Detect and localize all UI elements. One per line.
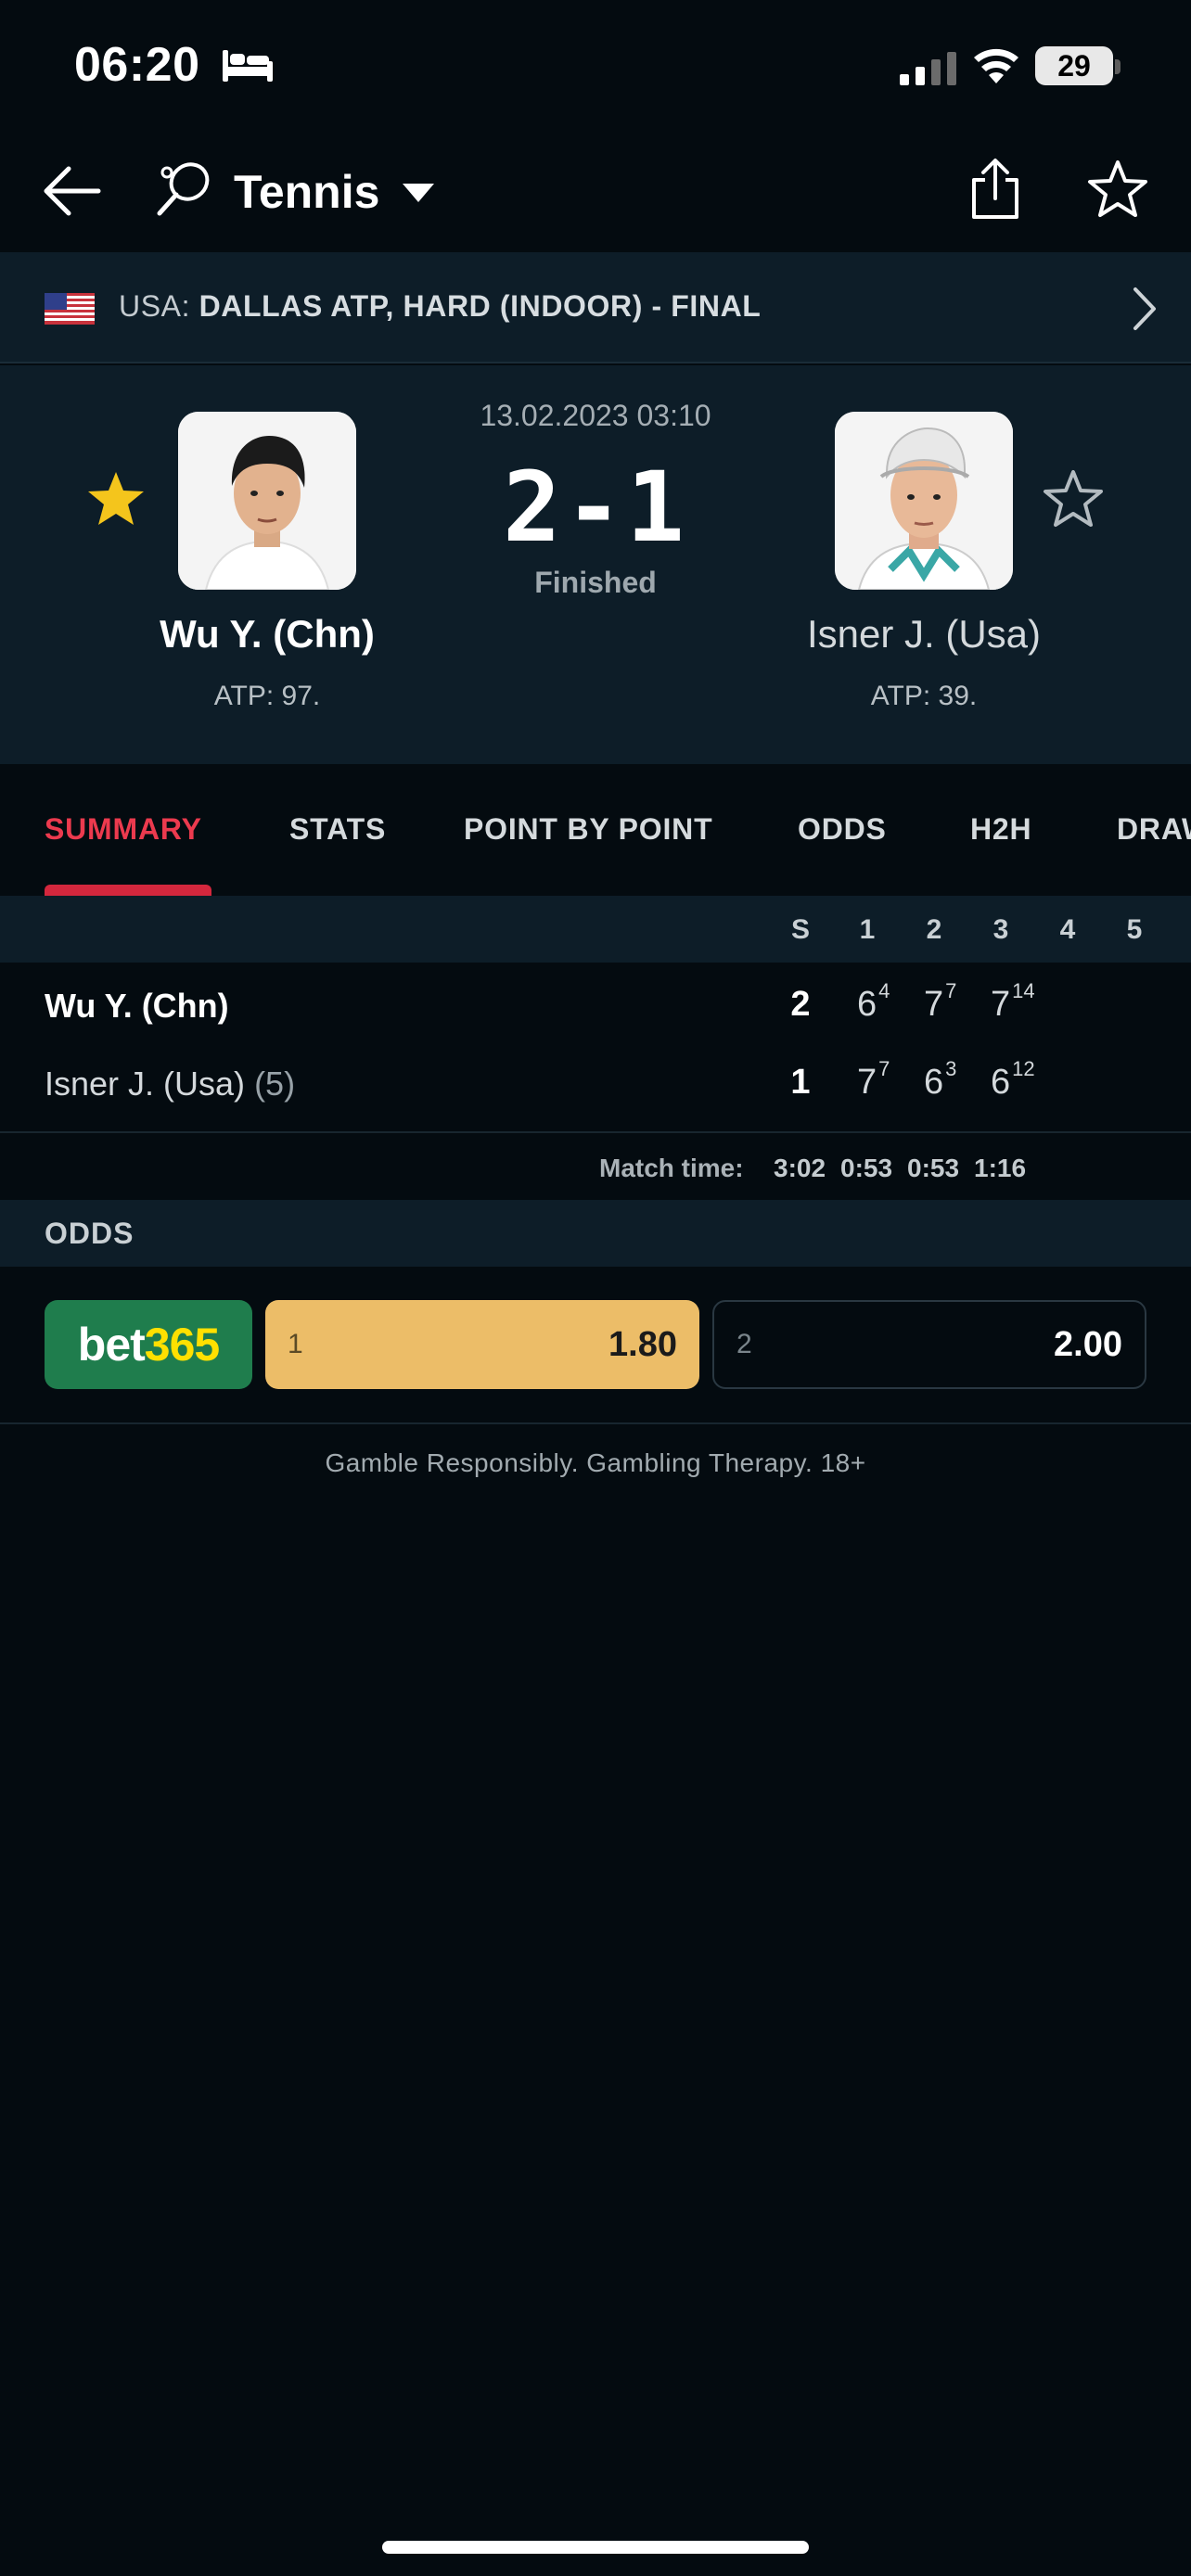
set-1-score: 77 xyxy=(857,1057,913,1103)
tab-h2h[interactable]: H2H xyxy=(970,812,1031,847)
column-header-set-1: 1 xyxy=(859,914,876,945)
back-arrow-icon[interactable] xyxy=(41,163,102,219)
tiebreak: 7 xyxy=(945,979,957,1002)
player-photo-icon xyxy=(178,412,356,590)
games: 6 xyxy=(857,985,877,1024)
odds-home-label: 1 xyxy=(288,1329,303,1359)
away-player-rank: ATP: 39. xyxy=(870,681,978,711)
tab-summary[interactable]: SUMMARY xyxy=(45,812,202,847)
column-header-sets: S xyxy=(790,914,810,945)
usa-flag-icon xyxy=(45,293,95,325)
gamble-responsibly-notice[interactable]: Gamble Responsibly. Gambling Therapy. 18… xyxy=(0,1448,1191,1478)
tiebreak: 7 xyxy=(878,1057,890,1080)
share-icon[interactable] xyxy=(967,158,1024,221)
odds-away-label: 2 xyxy=(736,1329,752,1359)
sport-selector[interactable]: Tennis xyxy=(234,165,379,219)
tiebreak: 14 xyxy=(1012,979,1035,1002)
match-time-set-3: 1:16 xyxy=(974,1154,1027,1182)
tab-odds[interactable]: ODDS xyxy=(798,812,887,847)
tiebreak: 4 xyxy=(878,979,890,1002)
games: 7 xyxy=(991,985,1011,1024)
match-time-set-1: 0:53 xyxy=(840,1154,893,1182)
away-player-name[interactable]: Isner J. (Usa) xyxy=(738,612,1109,657)
status-time: 06:20 xyxy=(74,38,200,92)
caret-down-icon[interactable] xyxy=(401,182,436,204)
chevron-right-icon[interactable] xyxy=(1132,286,1158,332)
score-row-home: Wu Y. (Chn) 2 64 77 714 xyxy=(0,968,1191,1046)
set-3-score: 612 xyxy=(991,1057,1046,1103)
tournament-country: USA: xyxy=(119,289,191,323)
favorite-star-icon[interactable] xyxy=(1087,159,1148,219)
cellular-signal-icon xyxy=(900,52,956,85)
games: 6 xyxy=(991,1063,1011,1102)
home-indicator[interactable] xyxy=(382,2541,809,2554)
player-seed: (5) xyxy=(254,1065,296,1103)
match-time-label: Match time: xyxy=(599,1154,744,1182)
sets-won: 1 xyxy=(790,1063,811,1102)
home-player-rank: ATP: 97. xyxy=(213,681,321,711)
bed-icon xyxy=(223,50,273,82)
score-row-player-name: Wu Y. (Chn) xyxy=(45,987,229,1025)
set-3-score: 714 xyxy=(991,979,1046,1025)
match-date: 13.02.2023 03:10 xyxy=(480,399,711,432)
tiebreak: 12 xyxy=(1012,1057,1035,1080)
bookmaker-name-a: bet xyxy=(77,1319,146,1371)
battery-cap xyxy=(1115,59,1121,74)
tab-bar: SUMMARY STATS POINT BY POINT ODDS H2H DR… xyxy=(0,764,1191,896)
odds-away-button[interactable]: 2 2.00 xyxy=(712,1300,1146,1389)
tab-draw[interactable]: DRAW xyxy=(1117,812,1191,847)
odds-section-header xyxy=(0,1200,1191,1267)
tournament-name: DALLAS ATP, HARD (INDOOR) - FINAL xyxy=(198,289,762,323)
column-header-set-5: 5 xyxy=(1126,914,1143,945)
tiebreak: 3 xyxy=(945,1057,957,1080)
battery-level: 29 xyxy=(1057,48,1091,83)
match-score: 2-1 xyxy=(503,451,688,564)
games: 7 xyxy=(924,985,944,1024)
home-player-avatar[interactable] xyxy=(178,412,356,590)
set-2-score: 63 xyxy=(924,1057,980,1103)
tab-point-by-point[interactable]: POINT BY POINT xyxy=(464,812,712,847)
set-2-score: 77 xyxy=(924,979,980,1025)
active-tab-indicator xyxy=(45,885,211,896)
battery-indicator: 29 xyxy=(1035,46,1113,85)
column-header-set-4: 4 xyxy=(1059,914,1076,945)
divider xyxy=(0,1422,1191,1424)
player-name: Isner J. (Usa) xyxy=(45,1065,246,1103)
odds-title: ODDS xyxy=(45,1217,134,1250)
games: 6 xyxy=(924,1063,944,1102)
wifi-icon xyxy=(974,48,1018,83)
home-player-name[interactable]: Wu Y. (Chn) xyxy=(82,612,453,657)
match-time-total: 3:02 xyxy=(774,1154,826,1182)
player-photo-icon xyxy=(835,412,1013,590)
sets-won: 2 xyxy=(790,985,811,1024)
odds-away-value: 2.00 xyxy=(1054,1324,1122,1364)
away-favorite-star-icon[interactable] xyxy=(1043,469,1104,529)
bookmaker-logo[interactable]: bet 365 xyxy=(45,1300,252,1389)
match-time-set-2: 0:53 xyxy=(907,1154,960,1182)
set-1-score: 64 xyxy=(857,979,913,1025)
tennis-racket-icon[interactable] xyxy=(154,159,213,219)
column-header-set-3: 3 xyxy=(992,914,1009,945)
bookmaker-name-b: 365 xyxy=(144,1319,220,1371)
odds-home-value: 1.80 xyxy=(608,1324,677,1364)
score-table-header: S 1 2 3 4 5 xyxy=(0,896,1191,963)
match-status: Finished xyxy=(534,566,657,599)
games: 7 xyxy=(857,1063,877,1102)
home-favorite-star-icon[interactable] xyxy=(85,469,147,529)
column-header-set-2: 2 xyxy=(926,914,942,945)
divider xyxy=(0,1131,1191,1133)
odds-home-button[interactable]: 1 1.80 xyxy=(265,1300,699,1389)
score-row-away: Isner J. (Usa) (5) 1 77 63 612 xyxy=(0,1046,1191,1124)
tab-stats[interactable]: STATS xyxy=(289,812,386,847)
score-row-player-name: Isner J. (Usa) (5) xyxy=(45,1065,295,1103)
tournament-title[interactable]: USA: DALLAS ATP, HARD (INDOOR) - FINAL xyxy=(119,289,761,324)
away-player-avatar[interactable] xyxy=(835,412,1013,590)
